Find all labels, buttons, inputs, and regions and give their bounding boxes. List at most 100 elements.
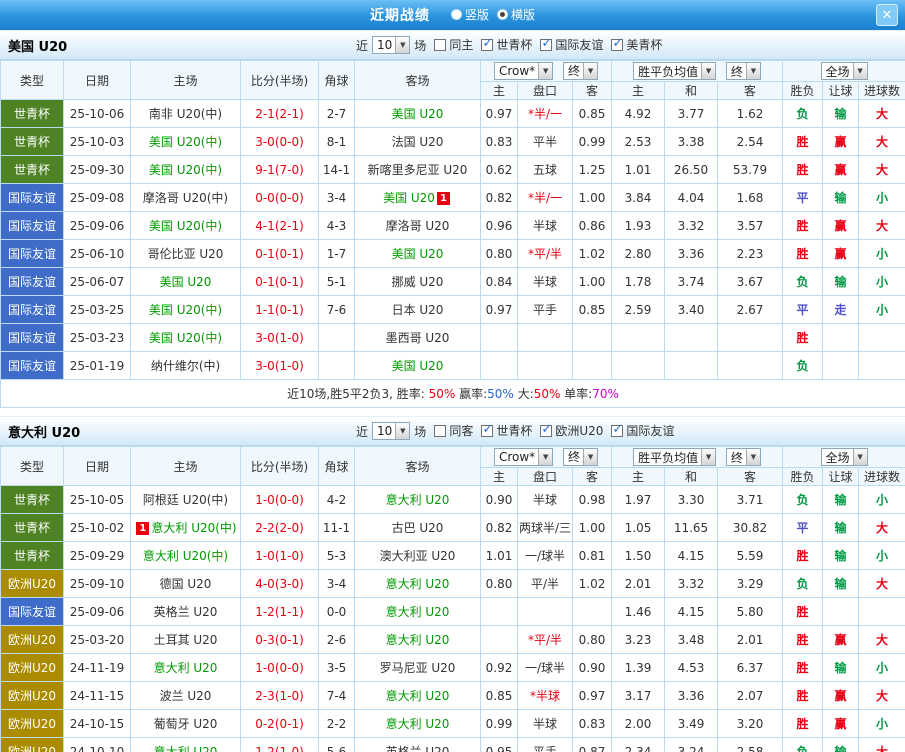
away-team: 意大利 U20: [354, 709, 481, 738]
avg-home: 1.39: [611, 653, 666, 682]
score-halftime: 1-0(0-0): [240, 653, 319, 682]
result-handicap: 输: [822, 183, 860, 212]
match-date: 25-09-30: [63, 155, 131, 184]
summary-segment: 近10场,胜5平2负3, 胜率:: [287, 387, 429, 401]
avg-away: 2.01: [717, 625, 784, 654]
checkbox-checked-icon[interactable]: [540, 422, 553, 437]
corner-count: [318, 351, 355, 380]
filter-bar: 近 10▼ 场 同客 世青杯 欧洲U20 国际友谊: [356, 417, 674, 445]
fulltime-select[interactable]: 全场 ▼: [820, 62, 868, 80]
result-goals: 大: [858, 127, 905, 156]
match-type-label: 国际友谊: [0, 267, 64, 296]
match-count-select[interactable]: 10 ▼: [372, 36, 411, 54]
bookmaker-select[interactable]: Crow* ▼: [493, 62, 554, 81]
home-team: 意大利 U20(中): [130, 541, 241, 570]
avg-stage-select[interactable]: 终 ▼: [725, 448, 761, 466]
score-halftime: 1-0(0-0): [240, 485, 319, 514]
match-count-select[interactable]: 10 ▼: [372, 422, 411, 440]
away-team-name: 意大利 U20: [385, 633, 450, 647]
result-goals: 小: [858, 709, 905, 738]
avg-odds-select[interactable]: 胜平负均值 ▼: [633, 62, 717, 80]
away-team-name: 意大利 U20: [385, 689, 450, 703]
odds-away: 1.25: [571, 155, 613, 184]
match-date: 25-01-19: [63, 351, 131, 380]
result-handicap: 走: [822, 295, 860, 324]
odds-stage-select[interactable]: 终 ▼: [563, 447, 599, 466]
avg-away: 6.37: [717, 653, 784, 682]
result-goals: 大: [858, 737, 905, 752]
avg-home: 2.80: [611, 239, 666, 268]
avg-away: 1.68: [717, 183, 784, 212]
col-corner: 角球: [318, 446, 355, 486]
checkbox-checked-icon[interactable]: [481, 36, 494, 51]
close-icon[interactable]: ✕: [876, 4, 898, 26]
col-res-goals: 进球数: [858, 467, 905, 486]
filter-checkbox-item[interactable]: 欧洲U20: [540, 422, 603, 439]
home-team: 美国 U20(中): [130, 295, 241, 324]
result-handicap: 输: [822, 485, 860, 514]
competition-filters: 同主 世青杯 国际友谊 美青杯: [426, 36, 662, 54]
result-handicap: 赢: [822, 127, 860, 156]
avg-away: 5.80: [717, 597, 784, 626]
filter-checkbox-item[interactable]: 世青杯: [481, 422, 532, 439]
summary-row: 近10场,胜5平2负3, 胜率: 50% 赢率:50% 大:50% 单率:70%: [0, 379, 905, 408]
match-row: 欧洲U20 24-11-15 波兰 U20 2-3(1-0) 7-4 意大利 U20 0.8…: [0, 681, 905, 710]
result-goals: 小: [858, 267, 905, 296]
home-team-name: 葡萄牙 U20: [153, 717, 218, 731]
corner-count: 5-3: [318, 541, 355, 570]
away-team-name: 意大利 U20: [385, 493, 450, 507]
match-row: 欧洲U20 24-10-10 意大利 U20 1-2(1-0) 5-6 英格兰 U20 0.…: [0, 737, 905, 752]
sections-container: 美国 U20 近 10▼ 场 同主世青杯国际友谊美青杯 类型 日期 主场 比: [0, 30, 905, 752]
filter-checkbox-item[interactable]: 世青杯: [481, 36, 532, 53]
home-team: 哥伦比亚 U20: [130, 239, 241, 268]
filter-checkbox-item[interactable]: 美青杯: [611, 36, 662, 53]
filter-bar: 近 10▼ 场 同主 世青杯 国际友谊 美青杯: [356, 31, 662, 59]
home-team: 美国 U20(中): [130, 323, 241, 352]
match-row: 国际友谊 25-09-06 英格兰 U20 1-2(1-1) 0-0 意大利 U20 1.4…: [0, 597, 905, 626]
avg-odds-select[interactable]: 胜平负均值 ▼: [633, 448, 717, 466]
bookmaker-select[interactable]: Crow* ▼: [493, 448, 554, 467]
home-team-name: 美国 U20(中): [148, 135, 223, 149]
home-team: 阿根廷 U20(中): [130, 485, 241, 514]
result-outcome: 负: [782, 737, 824, 752]
odds-away: 0.85: [571, 99, 613, 128]
filter-checkbox-label: 世青杯: [496, 424, 533, 439]
avg-home: 2.01: [611, 569, 666, 598]
away-team-name: 挪威 U20: [391, 275, 444, 289]
match-row: 欧洲U20 25-03-20 土耳其 U20 0-3(0-1) 2-6 意大利 U20 *平…: [0, 625, 905, 654]
odds-stage-select[interactable]: 终 ▼: [563, 61, 599, 80]
vertical-layout-radio[interactable]: [451, 9, 463, 20]
filter-checkbox-item[interactable]: 同客: [434, 422, 473, 439]
match-row: 国际友谊 25-03-23 美国 U20(中) 3-0(1-0) 墨西哥 U20 胜: [0, 323, 905, 352]
odds-away: 0.85: [571, 295, 613, 324]
chevron-down-icon: ▼: [538, 63, 553, 80]
odds-handicap: 半球: [517, 485, 573, 514]
horizontal-layout-label[interactable]: 横版: [511, 6, 535, 23]
fulltime-select[interactable]: 全场 ▼: [820, 448, 868, 466]
avg-stage-select[interactable]: 终 ▼: [725, 62, 761, 80]
avg-home: 1.05: [611, 513, 666, 542]
checkbox-checked-icon[interactable]: [611, 422, 624, 437]
match-type-label: 世青杯: [0, 99, 64, 128]
corner-count: 5-6: [318, 737, 355, 752]
filter-checkbox-item[interactable]: 国际友谊: [540, 36, 603, 53]
vertical-layout-label[interactable]: 竖版: [465, 6, 489, 23]
odds-handicap: *平/半: [517, 239, 573, 268]
avg-home: 3.84: [611, 183, 666, 212]
checkbox-unchecked-icon[interactable]: [434, 38, 447, 51]
result-group-header: 全场 ▼: [782, 60, 905, 82]
horizontal-layout-radio[interactable]: [497, 9, 509, 20]
filter-checkbox-item[interactable]: 国际友谊: [611, 422, 674, 439]
odds-home: [480, 625, 518, 654]
checkbox-unchecked-icon[interactable]: [434, 424, 447, 437]
checkbox-checked-icon[interactable]: [611, 36, 624, 51]
checkbox-checked-icon[interactable]: [481, 422, 494, 437]
checkbox-checked-icon[interactable]: [540, 36, 553, 51]
home-team: 1 意大利 U20(中): [130, 513, 241, 542]
avg-home: 1.46: [611, 597, 666, 626]
avg-draw: 3.24: [664, 737, 719, 752]
home-team-name: 德国 U20: [159, 577, 212, 591]
match-date: 25-06-07: [63, 267, 131, 296]
filter-checkbox-item[interactable]: 同主: [434, 36, 473, 53]
home-team-name: 土耳其 U20: [153, 633, 218, 647]
